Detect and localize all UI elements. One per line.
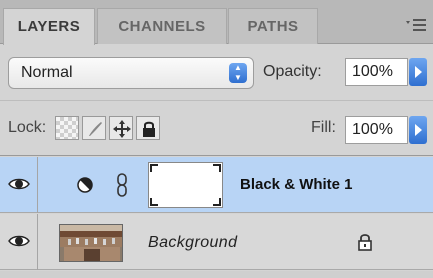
tab-paths[interactable]: PATHS [228, 8, 318, 44]
tab-channels[interactable]: CHANNELS [97, 8, 227, 44]
lock-transparency-button[interactable] [55, 116, 79, 140]
brush-icon [89, 122, 102, 136]
eye-icon [8, 178, 30, 190]
fill-input[interactable]: 100% [345, 116, 408, 144]
layer-visibility-toggle[interactable] [0, 214, 38, 270]
lock-label: Lock: [8, 119, 47, 136]
layer-name[interactable]: Black & White 1 [240, 176, 353, 193]
eye-icon [8, 235, 30, 247]
lock-image-pixels-button[interactable] [82, 116, 106, 140]
blend-mode-select[interactable]: Normal ▲ ▼ [8, 57, 254, 89]
layer-thumbnail[interactable] [59, 224, 123, 262]
lock-row: Lock: Fill: 100% [0, 102, 433, 156]
tab-layers[interactable]: LAYERS [3, 8, 95, 45]
opacity-slider-arrow-icon[interactable] [409, 58, 427, 86]
layer-name[interactable]: Background [148, 234, 237, 252]
padlock-icon [143, 121, 155, 137]
fill-label: Fill: [311, 119, 336, 136]
opacity-input[interactable]: 100% [345, 58, 408, 86]
move-arrows-icon [113, 120, 131, 138]
panel-tab-bar: LAYERS CHANNELS PATHS [0, 0, 433, 45]
updown-arrow-icon[interactable]: ▲ ▼ [229, 63, 247, 83]
lock-position-button[interactable] [109, 116, 133, 140]
padlock-icon [358, 234, 372, 251]
layer-mask-thumbnail[interactable] [148, 162, 223, 208]
blend-mode-value: Normal [21, 64, 73, 81]
layer-row-background[interactable]: Background [0, 214, 433, 270]
fill-slider-arrow-icon[interactable] [409, 116, 427, 144]
layers-panel: LAYERS CHANNELS PATHS Normal ▲ ▼ Opacity:… [0, 0, 433, 278]
blend-mode-row: Normal ▲ ▼ Opacity: 100% [0, 45, 433, 101]
panel-bottom-strip [0, 271, 433, 278]
layer-visibility-toggle[interactable] [0, 157, 38, 213]
layer-row-black-white[interactable]: Black & White 1 [0, 157, 433, 213]
opacity-label: Opacity: [263, 63, 322, 80]
lock-all-button[interactable] [136, 116, 160, 140]
black-white-adjustment-icon [77, 177, 93, 193]
panel-menu-icon[interactable] [405, 18, 427, 32]
link-chain-icon[interactable] [117, 173, 127, 197]
